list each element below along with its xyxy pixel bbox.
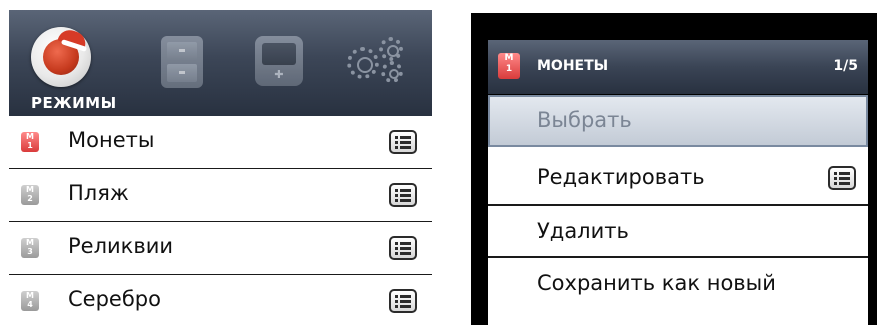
list-item[interactable]: M1 Монеты	[9, 116, 432, 169]
list-menu-icon[interactable]	[389, 236, 417, 260]
file-cabinet-icon[interactable]	[161, 36, 203, 88]
menu-item-edit[interactable]: Редактировать	[488, 152, 868, 204]
mode-options-title: МОНЕТЫ	[537, 58, 609, 74]
menu-item-label: Удалить	[537, 219, 629, 243]
mode-label: Пляж	[68, 181, 129, 205]
list-item[interactable]: M3 Реликвии	[9, 222, 432, 275]
menu-item-label: Сохранить как новый	[537, 271, 776, 295]
menu-item-label: Выбрать	[537, 108, 632, 132]
list-menu-icon[interactable]	[389, 183, 417, 207]
mode-badge-icon: M4	[21, 291, 39, 311]
modes-header: ✚ РЕЖИМЫ	[9, 10, 432, 116]
modes-panel: ✚ РЕЖИМЫ M1 Монеты M2 Пляж M 3 Реликвии …	[9, 10, 432, 327]
coin-icon[interactable]	[31, 27, 91, 87]
mode-badge-icon: M2	[21, 185, 39, 205]
list-item[interactable]: M2 Пляж	[9, 169, 432, 222]
mode-label: Серебро	[68, 287, 161, 311]
list-menu-icon[interactable]	[828, 166, 856, 190]
mode-label: Реликвии	[68, 234, 174, 258]
mode-options-menu: Выбрать Редактировать Удалить Сохранить …	[488, 95, 868, 325]
menu-item-save-as-new[interactable]: Сохранить как новый	[488, 258, 868, 310]
page-indicator: 1/5	[833, 58, 858, 74]
mode-label: Монеты	[68, 128, 155, 152]
list-menu-icon[interactable]	[389, 289, 417, 313]
mode-badge-icon: M1	[498, 53, 520, 79]
list-item[interactable]: M4 Серебро	[9, 275, 432, 327]
gears-icon[interactable]	[347, 37, 405, 87]
modes-list: M1 Монеты M2 Пляж M3 Реликвии M 4 Серебр…	[9, 116, 432, 327]
list-menu-icon[interactable]	[389, 130, 417, 154]
modes-title: РЕЖИМЫ	[31, 94, 117, 112]
mode-badge-icon: M1	[21, 132, 39, 152]
menu-item-select[interactable]: Выбрать	[488, 95, 868, 147]
mode-badge-icon: M3	[21, 238, 39, 258]
mode-options-panel: M1 МОНЕТЫ 1/5 Выбрать Редактировать Удал…	[471, 13, 877, 325]
menu-item-label: Редактировать	[537, 165, 705, 189]
mode-options-header: M1 МОНЕТЫ 1/5	[488, 40, 868, 94]
menu-item-delete[interactable]: Удалить	[488, 206, 868, 258]
device-icon[interactable]: ✚	[255, 36, 303, 86]
